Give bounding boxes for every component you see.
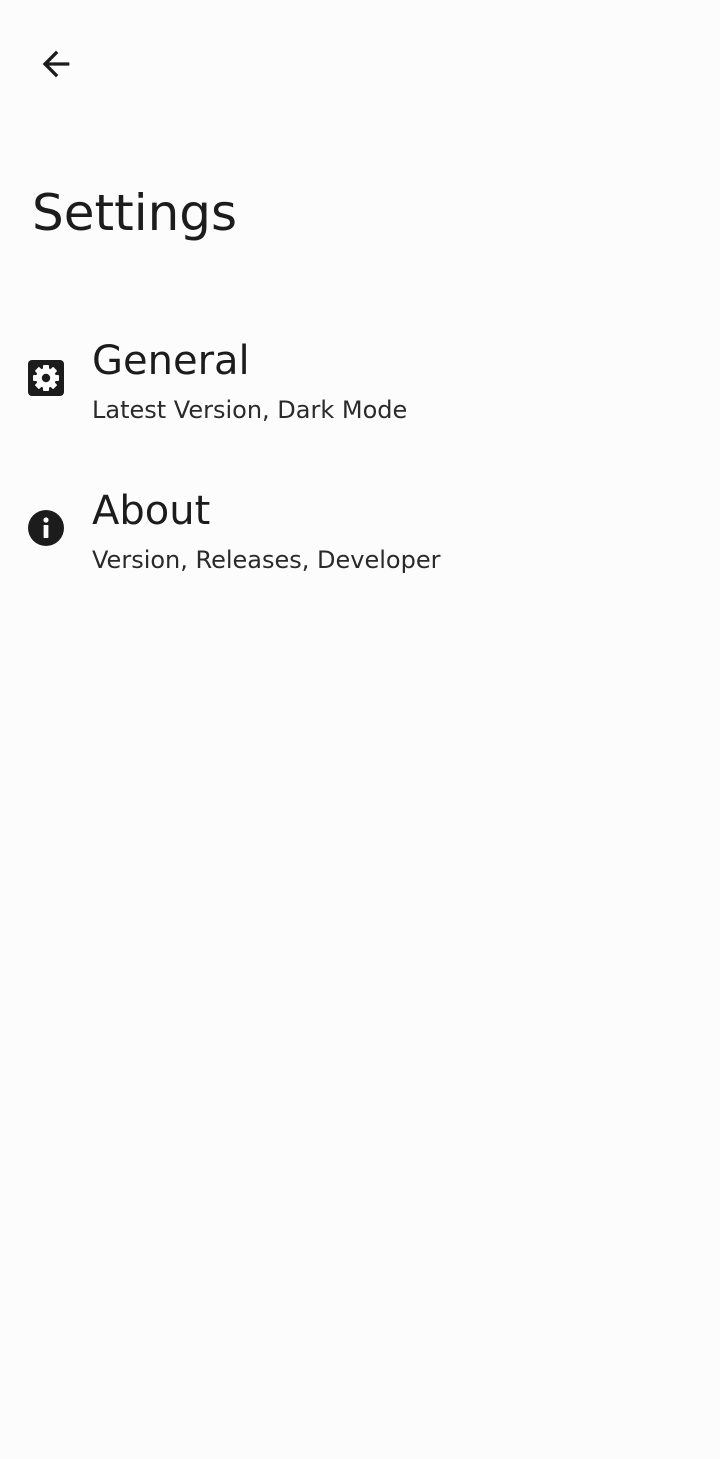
settings-item-title: General bbox=[92, 338, 250, 384]
settings-item-title: About bbox=[92, 488, 211, 534]
settings-item-subtitle: Latest Version, Dark Mode bbox=[92, 396, 408, 424]
settings-list: General Latest Version, Dark Mode About … bbox=[0, 318, 720, 618]
settings-item-general[interactable]: General Latest Version, Dark Mode bbox=[0, 318, 720, 468]
page-title: Settings bbox=[32, 184, 238, 242]
settings-screen: Settings General Latest Version, Dark Mo… bbox=[0, 0, 720, 1459]
info-icon bbox=[26, 508, 66, 548]
gear-icon bbox=[26, 358, 66, 398]
settings-item-subtitle: Version, Releases, Developer bbox=[92, 546, 441, 574]
back-button[interactable] bbox=[18, 26, 94, 102]
settings-item-about[interactable]: About Version, Releases, Developer bbox=[0, 468, 720, 618]
arrow-back-icon bbox=[42, 50, 70, 78]
